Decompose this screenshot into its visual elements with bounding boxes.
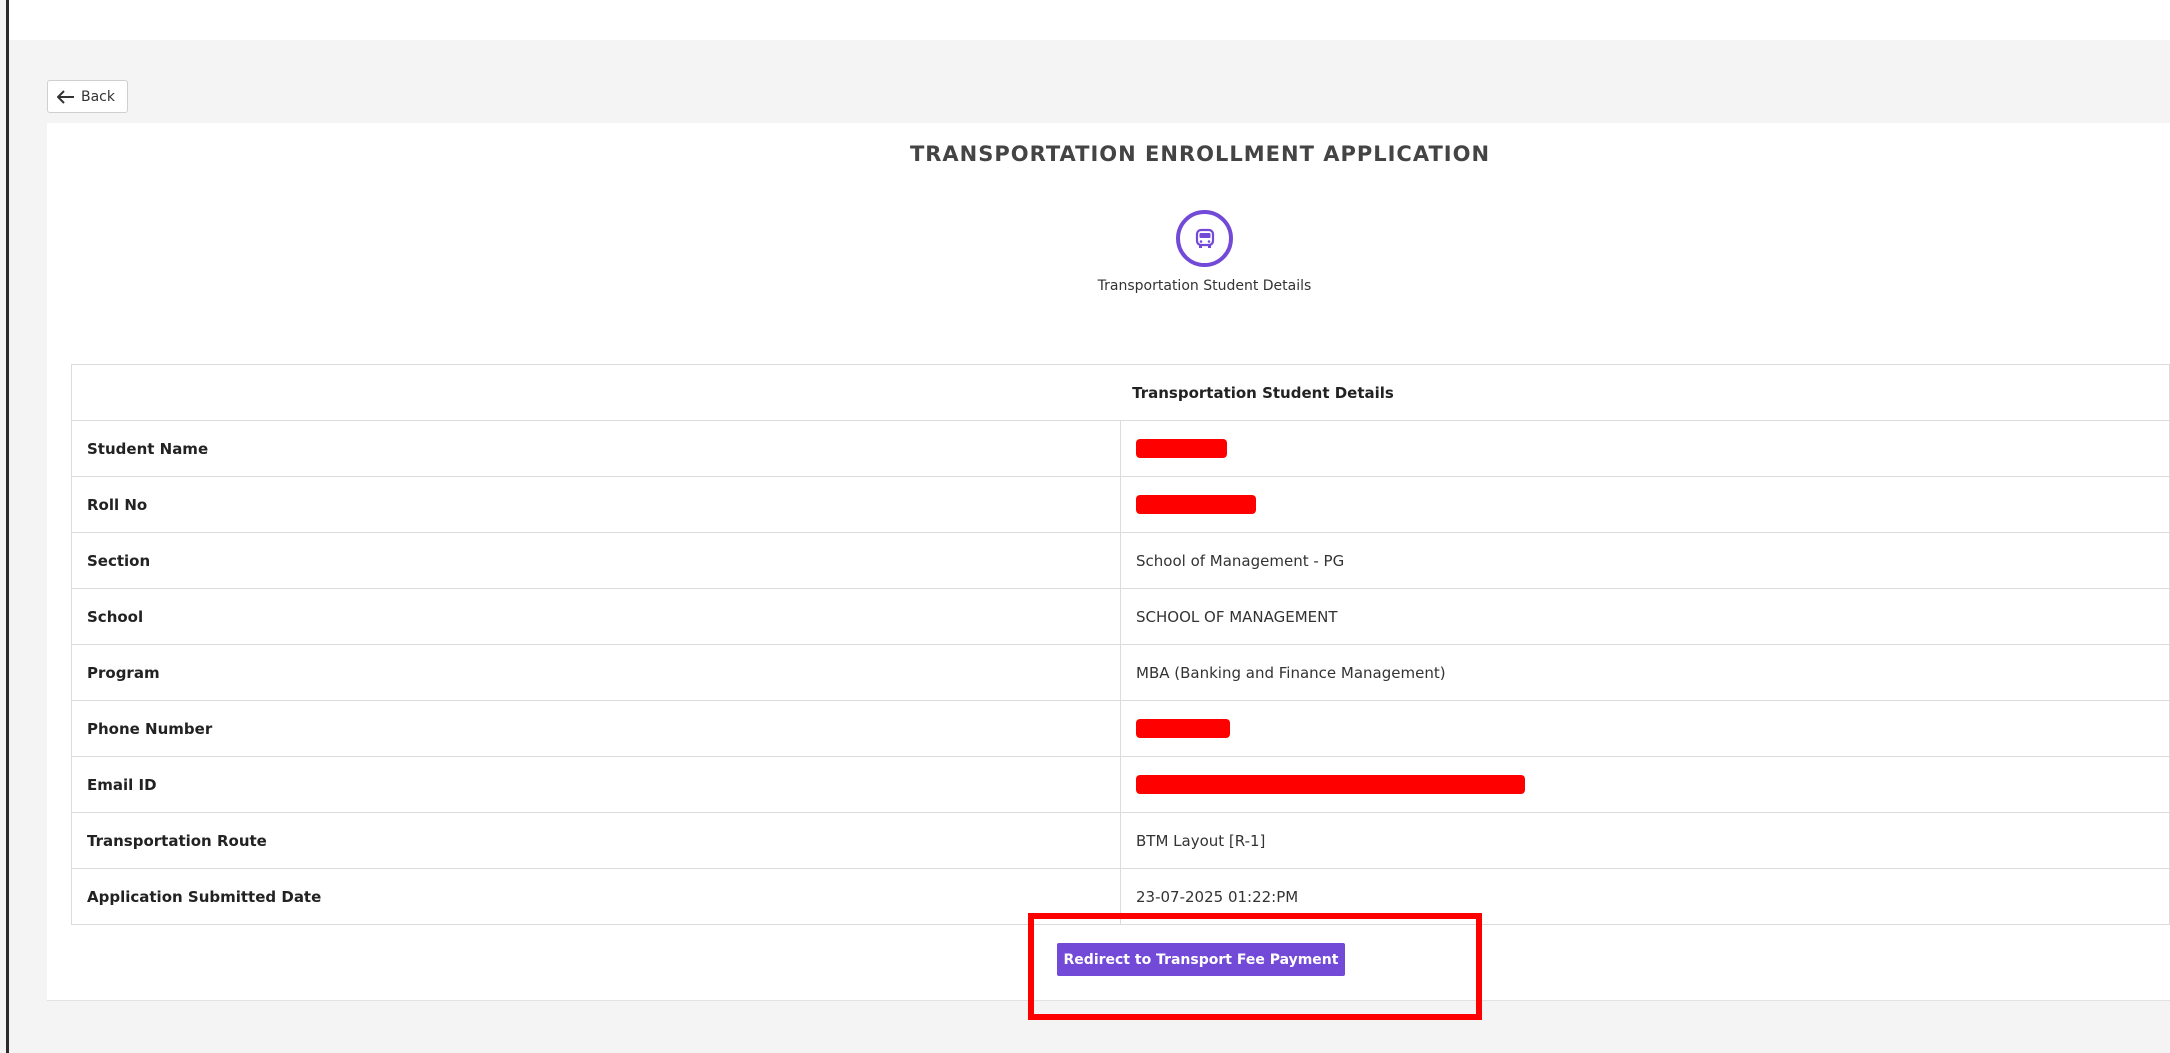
row-value: MBA (Banking and Finance Management) xyxy=(1120,644,2170,701)
row-label: Email ID xyxy=(71,756,1121,813)
redaction-mark xyxy=(1136,495,1256,514)
row-label: Roll No xyxy=(71,476,1121,533)
table-row: Section School of Management - PG xyxy=(71,532,2170,589)
table-row: School SCHOOL OF MANAGEMENT xyxy=(71,588,2170,645)
row-label: Transportation Route xyxy=(71,812,1121,869)
back-button-label: Back xyxy=(81,88,115,105)
top-bar xyxy=(9,0,2170,40)
row-value xyxy=(1120,420,2170,477)
redaction-mark xyxy=(1136,439,1227,458)
row-value xyxy=(1120,476,2170,533)
arrow-left-icon xyxy=(57,89,74,104)
step-indicator xyxy=(1176,210,1233,267)
row-value xyxy=(1120,700,2170,757)
page-title: TRANSPORTATION ENROLLMENT APPLICATION xyxy=(909,142,1491,166)
redaction-mark xyxy=(1136,719,1230,738)
table-row: Student Name xyxy=(71,420,2170,477)
step-label: Transportation Student Details xyxy=(1097,278,1312,294)
back-button[interactable]: Back xyxy=(47,80,128,113)
row-label: Student Name xyxy=(71,420,1121,477)
row-value: SCHOOL OF MANAGEMENT xyxy=(1120,588,2170,645)
row-label: Section xyxy=(71,532,1121,589)
table-row: Program MBA (Banking and Finance Managem… xyxy=(71,644,2170,701)
redirect-payment-button[interactable]: Redirect to Transport Fee Payment xyxy=(1057,943,1345,976)
table-header-row: Transportation Student Details xyxy=(71,364,2170,421)
row-value xyxy=(1120,756,2170,813)
redaction-mark xyxy=(1136,775,1525,794)
table-row: Roll No xyxy=(71,476,2170,533)
table-row: Application Submitted Date 23-07-2025 01… xyxy=(71,868,2170,925)
table-row: Transportation Route BTM Layout [R-1] xyxy=(71,812,2170,869)
table-row: Phone Number xyxy=(71,700,2170,757)
table-heading: Transportation Student Details xyxy=(71,364,2170,421)
row-label: Phone Number xyxy=(71,700,1121,757)
row-value: BTM Layout [R-1] xyxy=(1120,812,2170,869)
row-label: Application Submitted Date xyxy=(71,868,1121,925)
table-row: Email ID xyxy=(71,756,2170,813)
bus-icon xyxy=(1195,228,1214,248)
row-value: School of Management - PG xyxy=(1120,532,2170,589)
row-label: School xyxy=(71,588,1121,645)
row-label: Program xyxy=(71,644,1121,701)
row-value: 23-07-2025 01:22:PM xyxy=(1120,868,2170,925)
student-details-table: Transportation Student Details Student N… xyxy=(71,364,2170,925)
